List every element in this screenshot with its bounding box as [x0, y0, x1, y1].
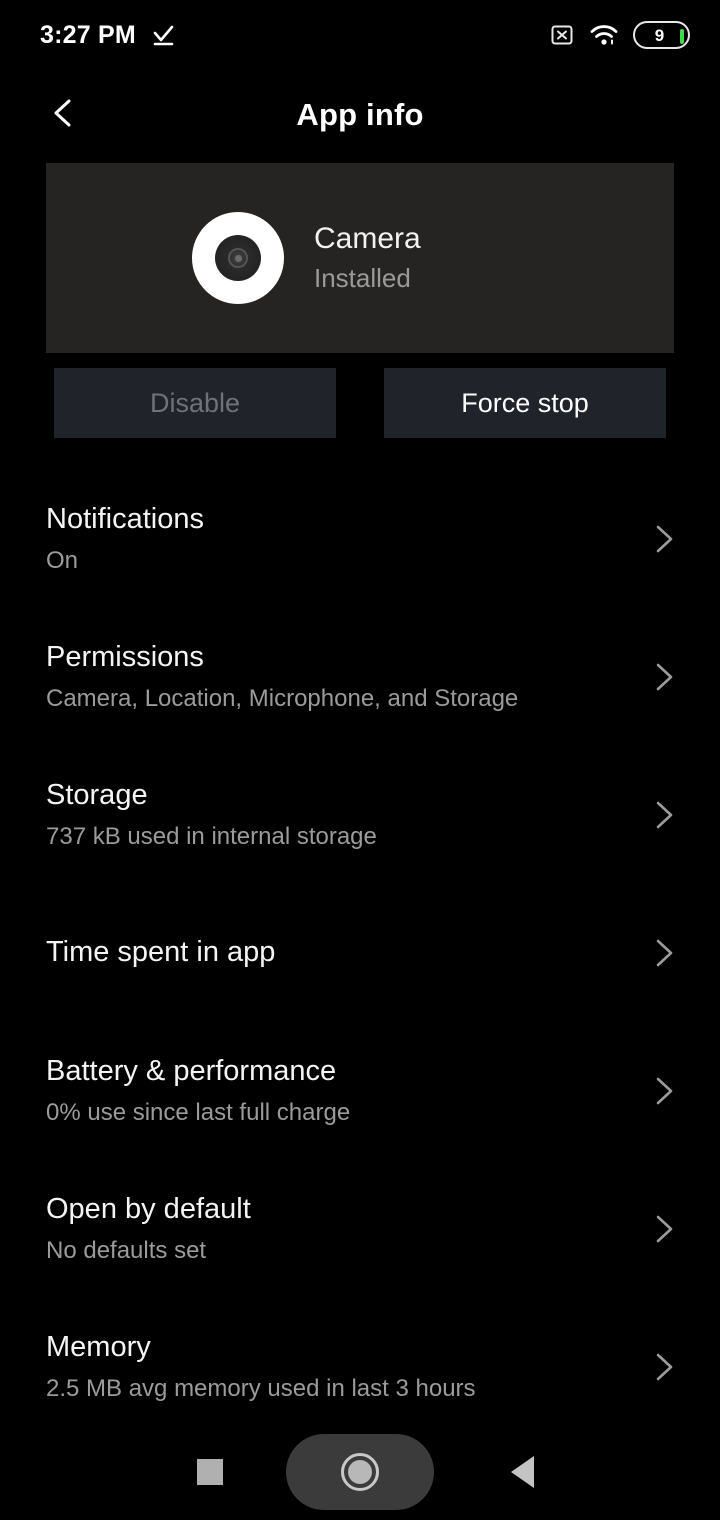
settings-list: Notifications On Permissions Camera, Loc… — [0, 470, 720, 1436]
status-bar: 3:27 PM — [0, 0, 720, 70]
camera-icon-center-dot — [235, 255, 242, 262]
list-item-subtitle: 0% use since last full charge — [46, 1097, 610, 1128]
list-item-text: Storage 737 kB used in internal storage — [46, 746, 610, 884]
app-info-screen: 3:27 PM — [0, 0, 720, 1520]
list-item-text: Permissions Camera, Location, Microphone… — [46, 608, 610, 746]
chevron-right-icon — [646, 1350, 680, 1384]
list-item-title: Time spent in app — [46, 935, 610, 970]
chevron-right-icon — [646, 660, 680, 694]
list-item-text: Time spent in app — [46, 884, 610, 1022]
list-item-subtitle: On — [46, 545, 610, 576]
home-circle-icon — [341, 1453, 379, 1491]
force-stop-button[interactable]: Force stop — [384, 368, 666, 438]
status-bar-clock: 3:27 PM — [40, 21, 136, 50]
app-install-status: Installed — [314, 261, 421, 296]
list-item-subtitle: 2.5 MB avg memory used in last 3 hours — [46, 1373, 610, 1404]
page-title: App info — [0, 70, 720, 160]
app-bar: App info — [0, 70, 720, 160]
disable-button[interactable]: Disable — [54, 368, 336, 438]
chevron-right-icon — [646, 1212, 680, 1246]
battery-charge-nub — [680, 29, 684, 44]
list-item-text: Battery & performance 0% use since last … — [46, 1022, 610, 1160]
list-item-title: Memory — [46, 1330, 610, 1365]
status-bar-right: 9 — [549, 21, 690, 49]
action-button-row: Disable Force stop — [54, 368, 666, 438]
list-item-text: Notifications On — [46, 470, 610, 608]
list-item-open-by-default[interactable]: Open by default No defaults set — [0, 1160, 720, 1298]
home-circle-fill — [348, 1460, 372, 1484]
list-item-subtitle: 737 kB used in internal storage — [46, 821, 610, 852]
list-item-subtitle: Camera, Location, Microphone, and Storag… — [46, 683, 610, 714]
status-bar-left: 3:27 PM — [40, 21, 176, 50]
list-item-title: Notifications — [46, 502, 610, 537]
list-item-text: Open by default No defaults set — [46, 1160, 610, 1298]
list-item-permissions[interactable]: Permissions Camera, Location, Microphone… — [0, 608, 720, 746]
list-item-title: Storage — [46, 778, 610, 813]
app-name: Camera — [314, 220, 421, 258]
list-item-subtitle: No defaults set — [46, 1235, 610, 1266]
chevron-right-icon — [646, 1074, 680, 1108]
list-item-storage[interactable]: Storage 737 kB used in internal storage — [0, 746, 720, 884]
chevron-right-icon — [646, 936, 680, 970]
app-header-card[interactable]: Camera Installed — [46, 163, 674, 353]
battery-level-label: 9 — [655, 27, 664, 44]
list-item-memory[interactable]: Memory 2.5 MB avg memory used in last 3 … — [0, 1298, 720, 1436]
home-button[interactable] — [286, 1434, 434, 1510]
list-item-battery-and-performance[interactable]: Battery & performance 0% use since last … — [0, 1022, 720, 1160]
recents-square-icon[interactable] — [197, 1459, 223, 1485]
camera-app-icon — [192, 212, 284, 304]
wifi-icon — [589, 22, 619, 48]
list-item-title: Battery & performance — [46, 1054, 610, 1089]
list-item-text: Memory 2.5 MB avg memory used in last 3 … — [46, 1298, 610, 1436]
chevron-right-icon — [646, 798, 680, 832]
chevron-right-icon — [646, 522, 680, 556]
app-meta: Camera Installed — [314, 220, 421, 296]
download-complete-check-icon — [150, 22, 176, 48]
list-item-time-spent-in-app[interactable]: Time spent in app — [0, 884, 720, 1022]
list-item-title: Permissions — [46, 640, 610, 675]
back-triangle-icon[interactable] — [511, 1456, 534, 1488]
battery-icon: 9 — [633, 21, 690, 49]
no-sim-icon — [549, 22, 575, 48]
list-item-title: Open by default — [46, 1192, 610, 1227]
list-item-notifications[interactable]: Notifications On — [0, 470, 720, 608]
navigation-bar — [0, 1424, 720, 1520]
